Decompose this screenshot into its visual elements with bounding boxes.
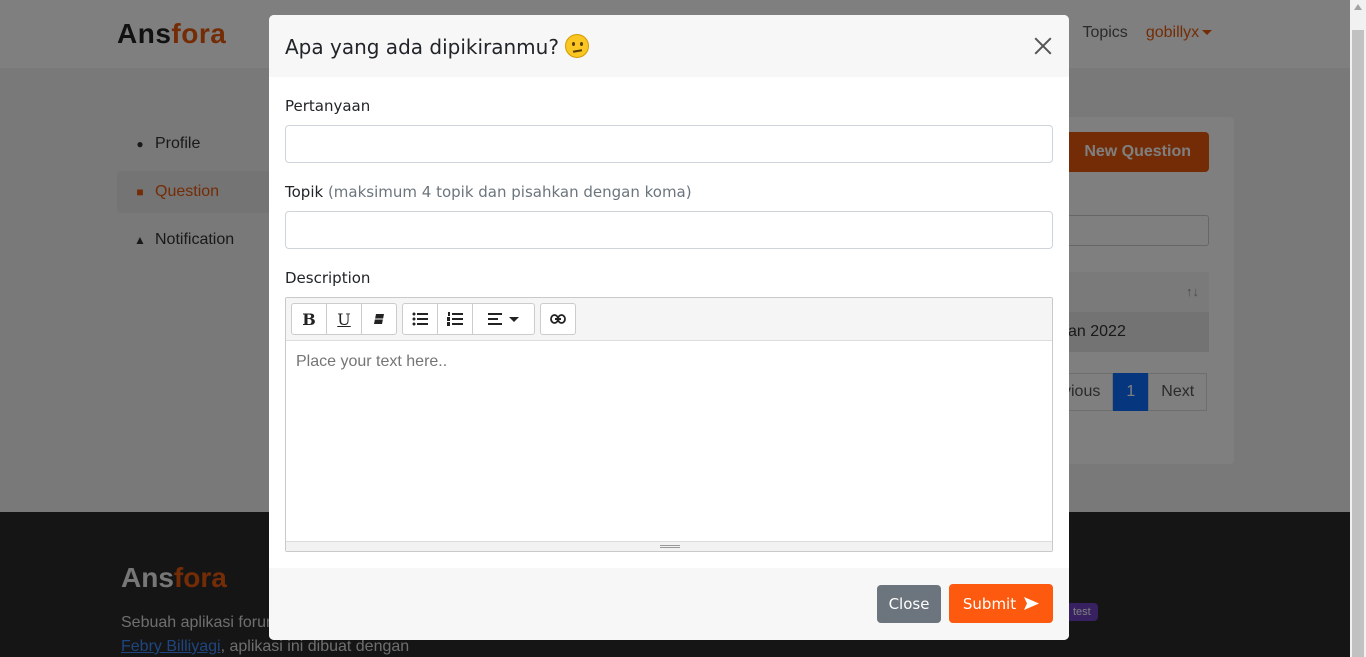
close-button[interactable]: Close [877, 585, 941, 623]
underline-button[interactable]: U [327, 304, 362, 334]
editor-toolbar: B U [286, 298, 1052, 341]
link-icon [550, 314, 566, 324]
close-icon[interactable] [1031, 34, 1055, 58]
bullet-list-icon [412, 312, 428, 326]
editor-content[interactable]: Place your text here.. [296, 353, 447, 371]
new-question-modal: Apa yang ada dipikiranmu? Pertanyaan Top… [269, 15, 1069, 640]
question-input[interactable] [285, 125, 1053, 163]
send-icon [1024, 597, 1040, 610]
topic-input[interactable] [285, 211, 1053, 249]
scrollbar-thumb[interactable] [1352, 30, 1364, 657]
ordered-list-button[interactable] [438, 304, 473, 334]
thinking-face-icon [564, 34, 589, 58]
grip-icon [660, 545, 680, 546]
modal-title: Apa yang ada dipikiranmu? [285, 34, 589, 59]
scroll-up-icon[interactable] [1354, 4, 1362, 10]
unordered-list-button[interactable] [403, 304, 438, 334]
modal-header: Apa yang ada dipikiranmu? [269, 15, 1069, 77]
bold-button[interactable]: B [292, 304, 327, 334]
question-label: Pertanyaan [285, 97, 371, 115]
chevron-down-icon [509, 316, 519, 322]
submit-button[interactable]: Submit [949, 584, 1053, 623]
topic-label-text: Topik [285, 183, 324, 201]
modal-footer: Close Submit [269, 568, 1069, 640]
submit-label: Submit [962, 594, 1017, 613]
align-left-icon [488, 313, 502, 325]
list-group [402, 303, 535, 335]
link-group [540, 303, 576, 335]
modal-title-text: Apa yang ada dipikiranmu? [285, 35, 559, 59]
description-label: Description [285, 269, 371, 287]
eraser-icon [374, 314, 384, 324]
editor-resize-handle[interactable] [286, 541, 1052, 551]
topic-hint: (maksimum 4 topik dan pisahkan dengan ko… [327, 183, 692, 201]
clear-format-button[interactable] [362, 304, 396, 334]
numbered-list-icon [447, 312, 463, 326]
topic-label: Topik (maksimum 4 topik dan pisahkan den… [285, 183, 692, 201]
insert-link-button[interactable] [541, 304, 575, 334]
align-dropdown-button[interactable] [473, 304, 534, 334]
font-style-group: B U [291, 303, 397, 335]
description-editor: B U Place your text here.. [285, 297, 1053, 552]
